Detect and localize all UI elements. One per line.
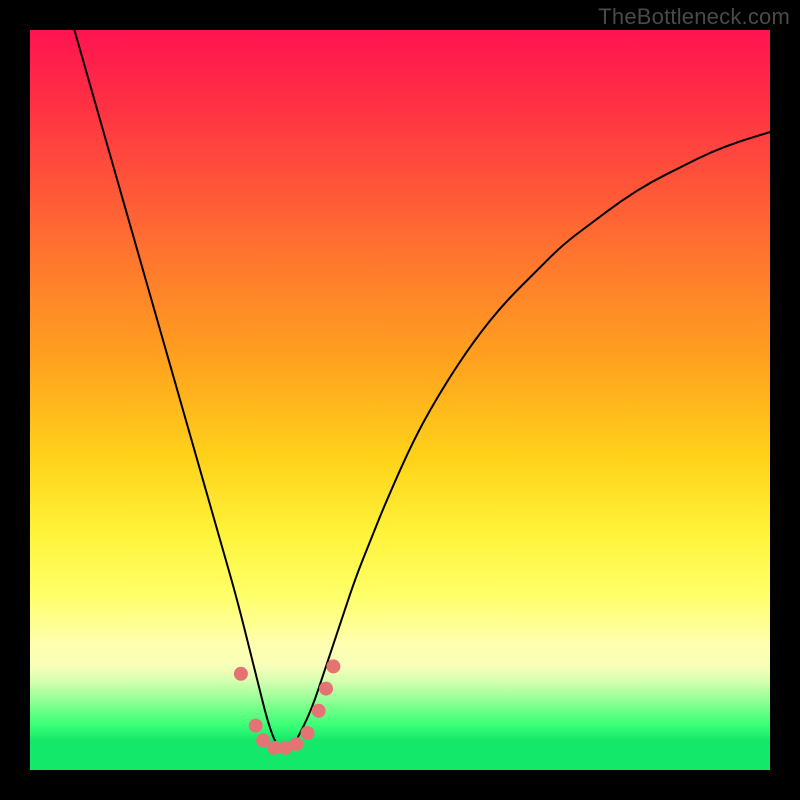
highlight-point [289,737,303,751]
highlight-point [326,659,340,673]
highlight-point [301,726,315,740]
highlight-point [249,719,263,733]
highlight-point [234,667,248,681]
chart-frame: TheBottleneck.com [0,0,800,800]
plot-area [30,30,770,770]
bottleneck-curve [74,30,770,752]
plot-svg [30,30,770,770]
highlight-point [319,682,333,696]
highlight-point [312,704,326,718]
attribution-watermark: TheBottleneck.com [598,4,790,30]
